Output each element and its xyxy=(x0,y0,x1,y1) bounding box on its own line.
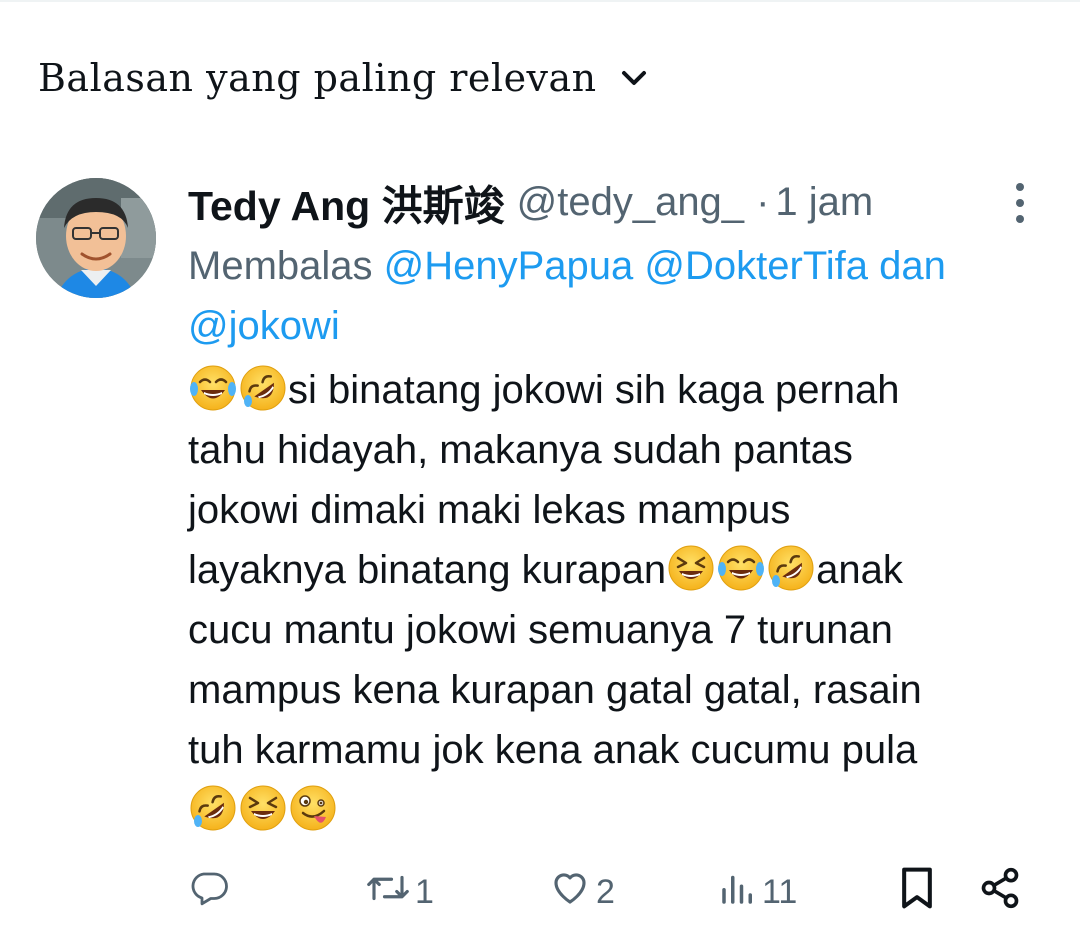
like-count: 2 xyxy=(596,872,615,911)
tweet-actions: 1 2 11 xyxy=(0,860,1080,930)
share-button[interactable] xyxy=(978,860,1022,924)
bookmark-button[interactable] xyxy=(898,860,936,924)
more-options-icon[interactable] xyxy=(1004,180,1036,226)
views-button[interactable]: 11 xyxy=(718,860,797,924)
tweet-line-text: layaknya binatang kurapan xyxy=(188,548,667,592)
separator-dot: · xyxy=(756,179,770,224)
rofl-emoji-icon xyxy=(238,363,288,413)
retweet-button[interactable]: 1 xyxy=(365,860,434,924)
tweet-line xyxy=(188,780,1058,840)
reply-sort-label: Balasan yang paling relevan xyxy=(38,56,597,100)
chevron-down-icon xyxy=(619,63,649,93)
heart-icon xyxy=(548,867,592,918)
author-handle[interactable]: @tedy_ang_ xyxy=(517,180,744,225)
views-icon xyxy=(718,867,758,918)
mention-joiner: dan xyxy=(879,244,946,288)
top-divider xyxy=(0,0,1080,2)
tweet-line: layaknya binatang kurapan anak xyxy=(188,540,1058,600)
joy-emoji-icon xyxy=(188,363,238,413)
tweet-line-text: si binatang jokowi sih kaga pernah xyxy=(288,368,900,412)
retweet-count: 1 xyxy=(415,872,434,911)
tweet-line: tuh karmamu jok kena anak cucumu pula xyxy=(188,720,1058,780)
zany-emoji-icon xyxy=(288,783,338,833)
laughing-emoji-icon xyxy=(238,783,288,833)
reply-sort-dropdown[interactable]: Balasan yang paling relevan xyxy=(38,50,649,106)
bookmark-icon xyxy=(898,866,936,919)
tweet-line-text: jokowi dimaki maki lekas mampus xyxy=(188,488,791,532)
rofl-emoji-icon xyxy=(766,543,816,593)
joy-emoji-icon xyxy=(716,543,766,593)
tweet-time[interactable]: 1 jam xyxy=(775,180,873,225)
tweet-line: tahu hidayah, makanya sudah pantas xyxy=(188,420,1058,480)
replying-to-prefix: Membalas xyxy=(188,244,373,288)
mention-link[interactable]: @HenyPapua xyxy=(384,244,634,288)
tweet-line: cucu mantu jokowi semuanya 7 turunan xyxy=(188,600,1058,660)
tweet-header: Tedy Ang 洪斯竣 @tedy_ang_ · 1 jam xyxy=(188,172,988,232)
laughing-emoji-icon xyxy=(666,543,716,593)
views-count: 11 xyxy=(762,872,798,911)
like-button[interactable]: 2 xyxy=(548,860,615,924)
retweet-icon xyxy=(365,867,411,918)
rofl-emoji-icon xyxy=(188,783,238,833)
author-avatar[interactable] xyxy=(36,178,156,298)
tweet-line-text: tahu hidayah, makanya sudah pantas xyxy=(188,428,853,472)
tweet-line: jokowi dimaki maki lekas mampus xyxy=(188,480,1058,540)
tweet-line: si binatang jokowi sih kaga pernah xyxy=(188,360,1058,420)
tweet-line-text: anak xyxy=(816,548,903,592)
tweet-text: si binatang jokowi sih kaga pernah tahu … xyxy=(188,360,1058,840)
tweet-line-text: tuh karmamu jok kena anak cucumu pula xyxy=(188,728,918,772)
mention-link[interactable]: @DokterTifa xyxy=(644,244,868,288)
tweet-line-text: mampus kena kurapan gatal gatal, rasain xyxy=(188,668,922,712)
author-name[interactable]: Tedy Ang 洪斯竣 xyxy=(188,172,505,232)
reply-button[interactable] xyxy=(188,860,234,924)
tweet-line: mampus kena kurapan gatal gatal, rasain xyxy=(188,660,1058,720)
mention-link[interactable]: @jokowi xyxy=(188,304,340,348)
share-icon xyxy=(978,866,1022,919)
replying-to: Membalas @HenyPapua @DokterTifa dan @jok… xyxy=(188,236,1058,356)
tweet-line-text: cucu mantu jokowi semuanya 7 turunan xyxy=(188,608,893,652)
reply-icon xyxy=(188,867,230,918)
